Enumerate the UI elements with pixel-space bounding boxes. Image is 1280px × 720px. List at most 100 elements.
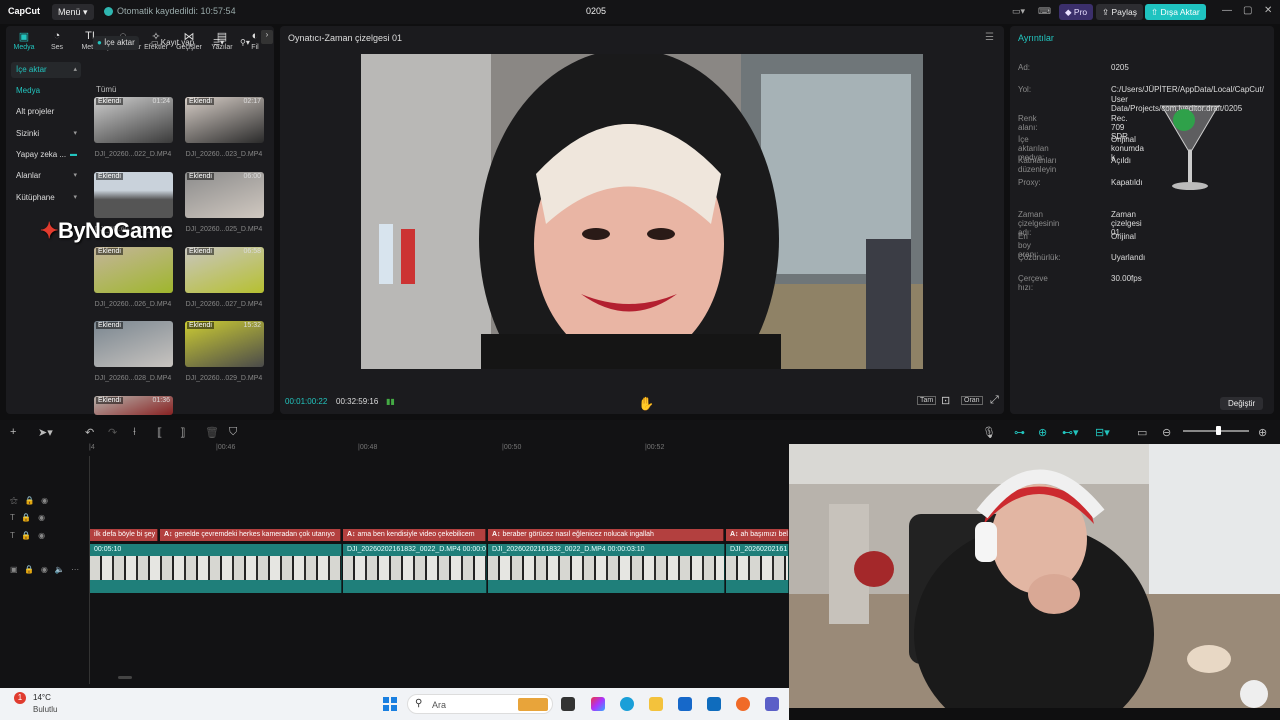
player-menu-icon[interactable]: ☰ xyxy=(985,32,994,43)
sidebar-item-1[interactable]: Medya xyxy=(11,83,81,99)
zoom-out-icon[interactable]: ⊖ xyxy=(1162,426,1171,439)
pro-button[interactable]: ◆ Pro xyxy=(1059,4,1094,20)
text-clip-label: ilk defa böyle bi şey xyxy=(94,531,156,538)
store-icon[interactable] xyxy=(678,697,692,711)
taskbar-search[interactable]: ⚲ Ara xyxy=(407,694,553,714)
marker-icon[interactable]: ⛉ xyxy=(229,426,237,439)
zoom-slider-handle[interactable] xyxy=(1216,426,1221,435)
filter-button[interactable]: ⚲▾ xyxy=(236,36,254,50)
record-button[interactable]: ▭ Kayıt yap xyxy=(147,36,198,50)
text-clip[interactable]: A↕ genelde çevremdeki herkes kameradan ç… xyxy=(160,529,341,541)
zoom-in-icon[interactable]: ⊕ xyxy=(1258,426,1267,439)
detail-value: Açıldı xyxy=(1111,156,1132,165)
file-explorer-icon[interactable] xyxy=(649,697,663,711)
weather-temp[interactable]: 14°C xyxy=(33,693,51,702)
detail-label: Proxy: xyxy=(1018,178,1041,187)
media-thumbnail[interactable]: Eklendi 01:36 xyxy=(94,396,173,415)
more-icon[interactable]: ⋯ xyxy=(71,565,79,574)
caption-icon[interactable]: ▭ xyxy=(1137,426,1147,439)
media-thumbnail[interactable]: Eklendi 06:00 xyxy=(185,172,264,218)
video-clip[interactable]: 00:05:10 xyxy=(90,544,342,593)
export-button[interactable]: ⇧ Dışa Aktar xyxy=(1145,4,1206,20)
sidebar-item-4[interactable]: Yapay zeka ... ▬ xyxy=(11,147,81,163)
weather-desc[interactable]: Bulutlu xyxy=(33,705,57,714)
menu-button[interactable]: Menü ▾ xyxy=(52,4,94,20)
copilot-icon[interactable] xyxy=(591,697,605,711)
sidebar-item-5[interactable]: Alanlar ▾ xyxy=(11,168,81,184)
text-clip[interactable]: A↕ ama ben kendisiyle video çekebilicem xyxy=(343,529,486,541)
webcam-frame xyxy=(789,444,1280,708)
video-preview[interactable] xyxy=(361,54,923,369)
fullscreen-icon[interactable]: ⤢ xyxy=(990,394,999,407)
select-cursor-icon[interactable]: ➤▾ xyxy=(38,426,53,439)
main-track-link-icon[interactable]: ⊶ xyxy=(1014,426,1025,439)
text-clip[interactable]: A↕ ah başımızı bela xyxy=(726,529,789,541)
split-icon[interactable]: ⟊ xyxy=(133,426,136,439)
undo-icon[interactable]: ↶ xyxy=(85,426,94,439)
layout-icon[interactable]: ▭▾ xyxy=(1012,6,1025,17)
chevron-right-icon[interactable]: › xyxy=(261,30,273,44)
toggle-icon[interactable]: ▬ xyxy=(70,147,77,163)
media-thumbnail[interactable]: Eklendi 01:24 xyxy=(94,97,173,143)
shortcut-icon[interactable]: ⌨ xyxy=(1038,6,1051,17)
timeline-scrollbar[interactable] xyxy=(118,676,132,679)
sidebar-item-6[interactable]: Kütüphane ▾ xyxy=(11,190,81,206)
lock-icon[interactable]: 🔒 xyxy=(21,531,31,540)
video-clip-label: DJI_20260202161 xyxy=(730,546,788,553)
media-thumbnail[interactable]: Eklendi 06:58 xyxy=(185,247,264,293)
lock-icon[interactable]: 🔒 xyxy=(21,513,31,522)
edge-icon[interactable] xyxy=(620,697,634,711)
full-quality-button[interactable]: Tam xyxy=(917,396,937,405)
teams-icon[interactable] xyxy=(765,697,779,711)
auto-snap-icon[interactable]: ⊕ xyxy=(1038,426,1047,439)
task-view-icon[interactable] xyxy=(561,697,575,711)
fit-icon[interactable]: ⊡ xyxy=(941,394,950,407)
flame-icon: ✦ xyxy=(40,218,58,243)
video-clip[interactable]: DJI_20260202161832_0022_D.MP4 00:00:02 xyxy=(343,544,487,593)
track-controls-main: ▣ 🔒 ◉ 🔈 ⋯ xyxy=(10,565,79,574)
split-right-icon[interactable]: ⟧ xyxy=(180,426,185,439)
eye-icon[interactable]: ◉ xyxy=(38,531,45,540)
lock-icon[interactable]: 🔒 xyxy=(24,496,34,505)
eye-icon[interactable]: ◉ xyxy=(41,496,48,505)
maximize-icon[interactable]: ▢ xyxy=(1243,5,1252,16)
close-icon[interactable]: ✕ xyxy=(1264,5,1272,16)
split-left-icon[interactable]: ⟦ xyxy=(157,426,162,439)
detail-label: Yol: xyxy=(1018,85,1032,94)
sort-button[interactable]: ☰▾ xyxy=(209,36,228,50)
media-thumbnail[interactable]: Eklendi xyxy=(94,247,173,293)
video-clip[interactable]: DJI_20260202161832_0022_D.MP4 00:00:03:1… xyxy=(488,544,725,593)
media-thumbnail[interactable]: Eklendi 02:17 xyxy=(185,97,264,143)
media-filename: DJI_20260...025_D.MP4 xyxy=(185,226,263,233)
firefox-icon[interactable] xyxy=(736,697,750,711)
add-icon[interactable]: + xyxy=(10,426,16,438)
outlook-icon[interactable] xyxy=(707,697,721,711)
text-clip[interactable]: A↕ beraber görücez nasıl eğlenicez noluc… xyxy=(488,529,724,541)
minimize-icon[interactable]: — xyxy=(1222,5,1232,16)
sidebar-item-0[interactable]: İçe aktar ▴ xyxy=(11,62,81,78)
eye-icon[interactable]: ◉ xyxy=(38,513,45,522)
video-clip[interactable]: DJI_20260202161 xyxy=(726,544,789,593)
audio-icon[interactable]: 🔈 xyxy=(55,565,65,574)
detail-value: C:/Users/JÜPİTER/AppData/Local/CapCut/ xyxy=(1111,85,1264,94)
preview-axis-icon[interactable]: ⊟▾ xyxy=(1095,426,1110,439)
eye-icon[interactable]: ◉ xyxy=(41,565,48,574)
ratio-button[interactable]: Oran xyxy=(961,396,983,405)
lock-icon[interactable]: 🔒 xyxy=(24,565,34,574)
text-clip[interactable]: ilk defa böyle bi şey xyxy=(90,529,158,541)
media-thumbnail[interactable]: Eklendi 15:32 xyxy=(185,321,264,367)
sidebar-item-3[interactable]: Sizinki ▾ xyxy=(11,126,81,142)
link-icon[interactable]: ⊷▾ xyxy=(1062,426,1079,439)
microphone-icon[interactable]: 🎙 xyxy=(982,426,996,439)
change-button[interactable]: Değiştir xyxy=(1220,397,1264,410)
delete-icon[interactable]: 🗑 xyxy=(205,426,219,439)
media-thumbnail[interactable]: Eklendi xyxy=(94,172,173,218)
sidebar-item-2[interactable]: Alt projeler xyxy=(11,104,81,120)
tool-tab-audio[interactable]: ◔ Ses xyxy=(39,30,75,51)
redo-icon[interactable]: ↷ xyxy=(108,426,117,439)
import-button[interactable]: ● İçe aktar xyxy=(93,36,139,50)
tool-tab-media[interactable]: ▣ Medya xyxy=(6,30,42,51)
media-thumbnail[interactable]: Eklendi xyxy=(94,321,173,367)
windows-start-icon[interactable] xyxy=(383,697,397,711)
share-button[interactable]: ⇪ Paylaş xyxy=(1096,4,1143,20)
